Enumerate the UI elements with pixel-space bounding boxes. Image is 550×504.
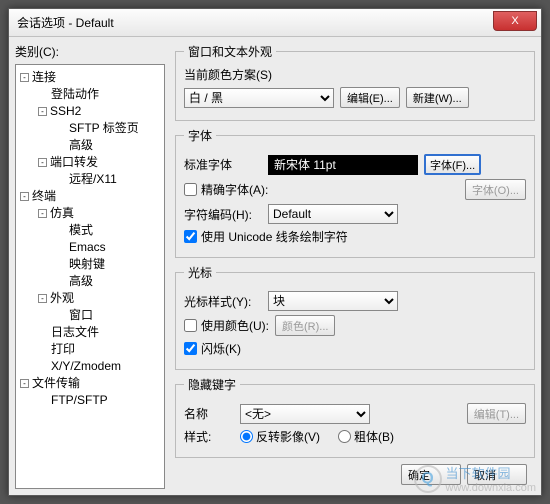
hidden-edit-button: 编辑(T)...: [467, 403, 526, 424]
tree-item[interactable]: SFTP 标签页: [18, 120, 162, 137]
hidden-group: 隐藏键字 名称 <无> 编辑(T)... 样式: 反转影像(V) 粗体(B): [175, 376, 535, 458]
blink-checkbox[interactable]: 闪烁(K): [184, 340, 241, 357]
tree-item[interactable]: -端口转发: [18, 154, 162, 171]
font-group: 字体 标准字体 新宋体 11pt 字体(F)... 精确字体(A): 字体(O)…: [175, 127, 535, 258]
tree-item[interactable]: -SSH2: [18, 103, 162, 120]
tree-item-label: 打印: [51, 342, 75, 357]
precise-font-checkbox[interactable]: 精确字体(A):: [184, 181, 268, 198]
cursor-legend: 光标: [184, 264, 216, 281]
dialog-footer: 确定 取消: [401, 464, 527, 485]
tree-item[interactable]: 打印: [18, 341, 162, 358]
tree-item[interactable]: -仿真: [18, 205, 162, 222]
tree-item-label: Emacs: [69, 240, 106, 255]
scheme-label: 当前颜色方案(S): [184, 66, 526, 83]
tree-item-label: 模式: [69, 223, 93, 238]
tree-item[interactable]: X/Y/Zmodem: [18, 358, 162, 375]
cancel-button[interactable]: 取消: [467, 464, 527, 485]
unicode-input[interactable]: [184, 230, 197, 243]
cursor-style-label: 光标样式(Y):: [184, 293, 262, 310]
ok-button[interactable]: 确定: [401, 464, 461, 485]
font-legend: 字体: [184, 127, 216, 144]
tree-item[interactable]: 高级: [18, 137, 162, 154]
tree-item[interactable]: 高级: [18, 273, 162, 290]
appearance-legend: 窗口和文本外观: [184, 43, 276, 60]
tree-toggle-icon[interactable]: -: [38, 294, 47, 303]
tree-item-label: 远程/X11: [69, 172, 117, 187]
reverse-radio[interactable]: 反转影像(V): [240, 428, 320, 445]
tree-item-label: X/Y/Zmodem: [51, 359, 121, 374]
tree-item[interactable]: 窗口: [18, 307, 162, 324]
tree-item[interactable]: 模式: [18, 222, 162, 239]
tree-item-label: 映射键: [69, 257, 105, 272]
settings-pane: 窗口和文本外观 当前颜色方案(S) 白 / 黑 编辑(E)... 新建(W)..…: [165, 43, 535, 489]
tree-item-label: 外观: [50, 291, 74, 306]
tree-item-label: 仿真: [50, 206, 74, 221]
hidden-legend: 隐藏键字: [184, 376, 240, 393]
font-button-2: 字体(O)...: [465, 179, 526, 200]
tree-toggle-icon[interactable]: -: [20, 73, 29, 82]
bold-radio-input[interactable]: [338, 430, 351, 443]
unicode-checkbox[interactable]: 使用 Unicode 线条绘制字符: [184, 228, 348, 245]
scheme-select[interactable]: 白 / 黑: [184, 88, 334, 108]
tree-item[interactable]: Emacs: [18, 239, 162, 256]
appearance-group: 窗口和文本外观 当前颜色方案(S) 白 / 黑 编辑(E)... 新建(W)..…: [175, 43, 535, 121]
font-button[interactable]: 字体(F)...: [424, 154, 481, 175]
use-color-input[interactable]: [184, 319, 197, 332]
blink-input[interactable]: [184, 342, 197, 355]
tree-item-label: 高级: [69, 274, 93, 289]
tree-item-label: 登陆动作: [51, 87, 99, 102]
dialog-content: 类别(C): -连接登陆动作-SSH2SFTP 标签页高级-端口转发远程/X11…: [9, 37, 541, 495]
tree-item[interactable]: 日志文件: [18, 324, 162, 341]
tree-item-label: 连接: [32, 70, 56, 85]
tree-item-label: 窗口: [69, 308, 93, 323]
close-button[interactable]: X: [493, 11, 537, 31]
tree-item-label: 高级: [69, 138, 93, 153]
encoding-label: 字符编码(H):: [184, 206, 262, 223]
category-label: 类别(C):: [15, 43, 165, 60]
bold-radio[interactable]: 粗体(B): [338, 428, 394, 445]
tree-item[interactable]: FTP/SFTP: [18, 392, 162, 409]
tree-toggle-icon[interactable]: -: [38, 158, 47, 167]
dialog-window: 会话选项 - Default X 类别(C): -连接登陆动作-SSH2SFTP…: [8, 8, 542, 496]
tree-item-label: FTP/SFTP: [51, 393, 108, 408]
tree-item-label: 日志文件: [51, 325, 99, 340]
color-button: 颜色(R)...: [275, 315, 335, 336]
tree-item[interactable]: 远程/X11: [18, 171, 162, 188]
category-tree[interactable]: -连接登陆动作-SSH2SFTP 标签页高级-端口转发远程/X11-终端-仿真模…: [15, 64, 165, 489]
use-color-checkbox[interactable]: 使用颜色(U):: [184, 317, 269, 334]
tree-toggle-icon[interactable]: -: [20, 192, 29, 201]
tree-toggle-icon[interactable]: -: [20, 379, 29, 388]
tree-item-label: SFTP 标签页: [69, 121, 139, 136]
tree-item[interactable]: -连接: [18, 69, 162, 86]
tree-item[interactable]: -外观: [18, 290, 162, 307]
reverse-radio-input[interactable]: [240, 430, 253, 443]
precise-font-input[interactable]: [184, 183, 197, 196]
tree-item[interactable]: -文件传输: [18, 375, 162, 392]
name-select[interactable]: <无>: [240, 404, 370, 424]
font-sample: 新宋体 11pt: [268, 155, 418, 175]
category-pane: 类别(C): -连接登陆动作-SSH2SFTP 标签页高级-端口转发远程/X11…: [15, 43, 165, 489]
tree-item[interactable]: 登陆动作: [18, 86, 162, 103]
tree-item-label: 文件传输: [32, 376, 80, 391]
tree-toggle-icon[interactable]: -: [38, 107, 47, 116]
window-title: 会话选项 - Default: [17, 14, 114, 31]
encoding-select[interactable]: Default: [268, 204, 398, 224]
cursor-style-select[interactable]: 块: [268, 291, 398, 311]
tree-item[interactable]: -终端: [18, 188, 162, 205]
titlebar: 会话选项 - Default X: [9, 9, 541, 37]
tree-item-label: SSH2: [50, 104, 81, 119]
close-icon: X: [511, 15, 518, 27]
tree-item[interactable]: 映射键: [18, 256, 162, 273]
cursor-group: 光标 光标样式(Y): 块 使用颜色(U): 颜色(R)... 闪烁(K): [175, 264, 535, 370]
tree-item-label: 端口转发: [50, 155, 98, 170]
style-label: 样式:: [184, 428, 234, 445]
std-font-label: 标准字体: [184, 156, 262, 173]
tree-item-label: 终端: [32, 189, 56, 204]
tree-toggle-icon[interactable]: -: [38, 209, 47, 218]
scheme-new-button[interactable]: 新建(W)...: [406, 87, 469, 108]
name-label: 名称: [184, 405, 234, 422]
scheme-edit-button[interactable]: 编辑(E)...: [340, 87, 400, 108]
